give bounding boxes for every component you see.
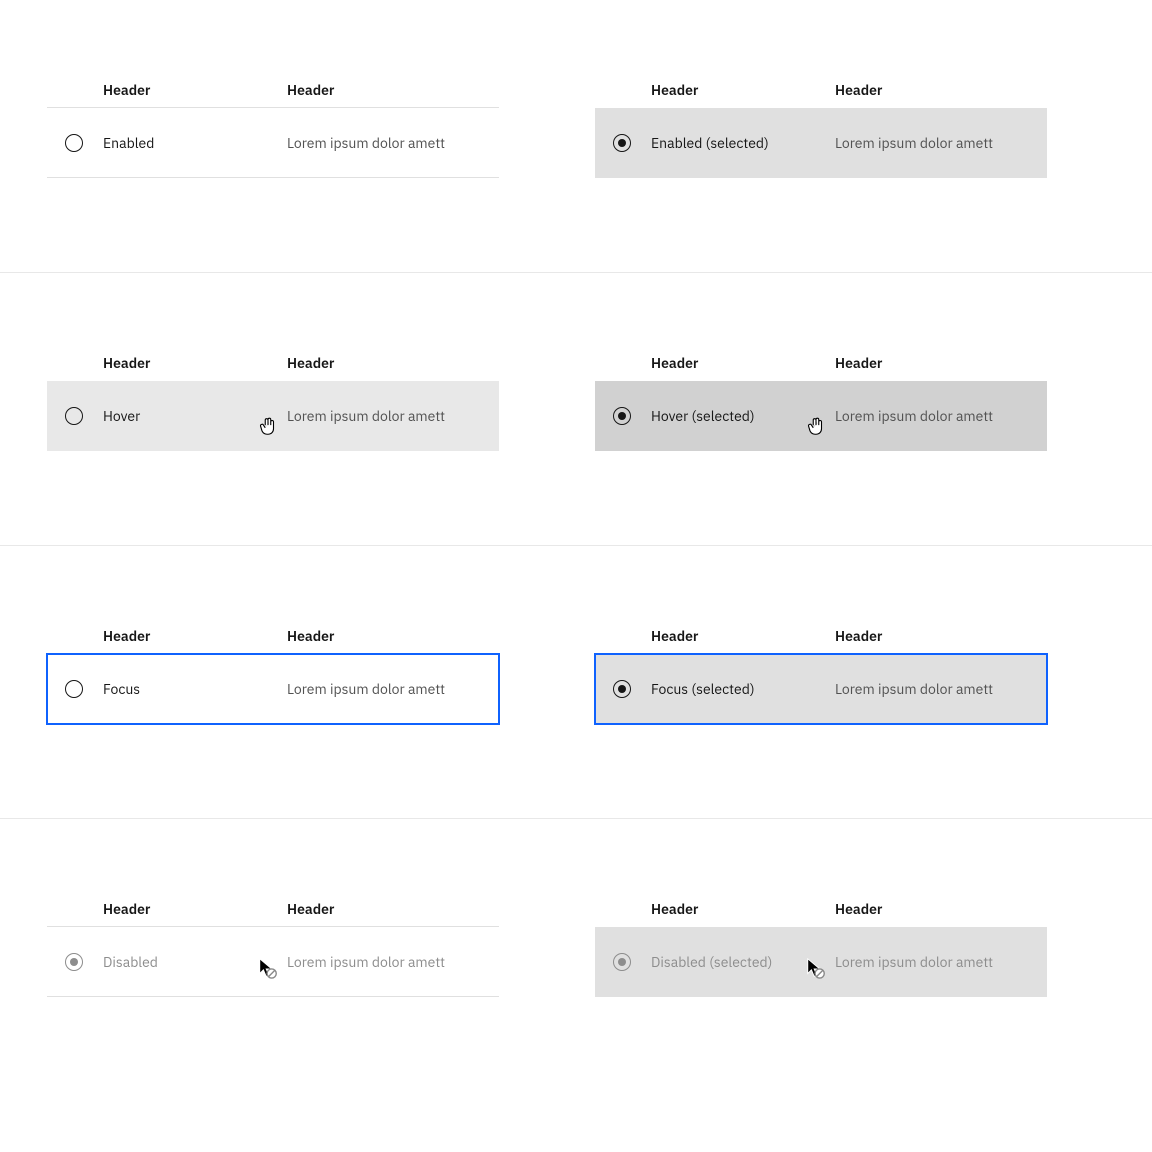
table-row[interactable]: Hover (selected) Lorem ipsum dolor amett	[595, 381, 1047, 451]
table-disabled-selected: Header Header Disabled (selected) Lorem …	[595, 891, 1047, 1092]
row-label: Focus (selected)	[651, 680, 835, 698]
row-text: Lorem ipsum dolor amett	[835, 407, 1047, 425]
column-header: Header	[103, 81, 287, 99]
radio-selected-icon[interactable]	[613, 407, 631, 425]
table-row: Disabled (selected) Lorem ipsum dolor am…	[595, 927, 1047, 997]
row-label: Enabled	[103, 134, 287, 152]
table-row: Disabled Lorem ipsum dolor amett	[47, 927, 499, 997]
radio-icon[interactable]	[65, 407, 83, 425]
row-text: Lorem ipsum dolor amett	[287, 407, 499, 425]
column-header: Header	[287, 627, 499, 645]
column-header: Header	[103, 900, 287, 918]
row-text: Lorem ipsum dolor amett	[835, 134, 1047, 152]
column-header: Header	[835, 81, 1047, 99]
row-label: Disabled (selected)	[651, 953, 835, 971]
table-hover: Header Header Hover Lorem ipsum dolor am…	[47, 345, 499, 545]
radio-selected-icon[interactable]	[613, 680, 631, 698]
column-header: Header	[651, 81, 835, 99]
row-text: Lorem ipsum dolor amett	[287, 953, 499, 971]
radio-icon[interactable]	[65, 134, 83, 152]
column-header: Header	[287, 354, 499, 372]
row-text: Lorem ipsum dolor amett	[287, 680, 499, 698]
table-row[interactable]: Enabled Lorem ipsum dolor amett	[47, 108, 499, 178]
column-header: Header	[651, 354, 835, 372]
column-header: Header	[103, 354, 287, 372]
table-focus: Header Header Focus Lorem ipsum dolor am…	[47, 618, 499, 818]
table-enabled-selected: Header Header Enabled (selected) Lorem i…	[595, 72, 1047, 272]
table-enabled: Header Header Enabled Lorem ipsum dolor …	[47, 72, 499, 272]
column-header: Header	[287, 900, 499, 918]
row-text: Lorem ipsum dolor amett	[835, 953, 1047, 971]
table-row[interactable]: Enabled (selected) Lorem ipsum dolor ame…	[595, 108, 1047, 178]
table-hover-selected: Header Header Hover (selected) Lorem ips…	[595, 345, 1047, 545]
column-header: Header	[287, 81, 499, 99]
table-row[interactable]: Hover Lorem ipsum dolor amett	[47, 381, 499, 451]
table-row[interactable]: Focus Lorem ipsum dolor amett	[47, 654, 499, 724]
column-header: Header	[835, 354, 1047, 372]
radio-selected-icon[interactable]	[613, 134, 631, 152]
column-header: Header	[103, 627, 287, 645]
row-text: Lorem ipsum dolor amett	[835, 680, 1047, 698]
table-disabled: Header Header Disabled Lorem ipsum dolor…	[47, 891, 499, 1092]
table-row[interactable]: Focus (selected) Lorem ipsum dolor amett	[595, 654, 1047, 724]
radio-icon[interactable]	[65, 680, 83, 698]
radio-disabled-icon	[613, 953, 631, 971]
row-label: Hover (selected)	[651, 407, 835, 425]
table-focus-selected: Header Header Focus (selected) Lorem ips…	[595, 618, 1047, 818]
row-label: Disabled	[103, 953, 287, 971]
column-header: Header	[835, 627, 1047, 645]
row-label: Hover	[103, 407, 287, 425]
column-header: Header	[651, 627, 835, 645]
column-header: Header	[835, 900, 1047, 918]
row-label: Enabled (selected)	[651, 134, 835, 152]
radio-disabled-icon	[65, 953, 83, 971]
row-label: Focus	[103, 680, 287, 698]
column-header: Header	[651, 900, 835, 918]
row-text: Lorem ipsum dolor amett	[287, 134, 499, 152]
